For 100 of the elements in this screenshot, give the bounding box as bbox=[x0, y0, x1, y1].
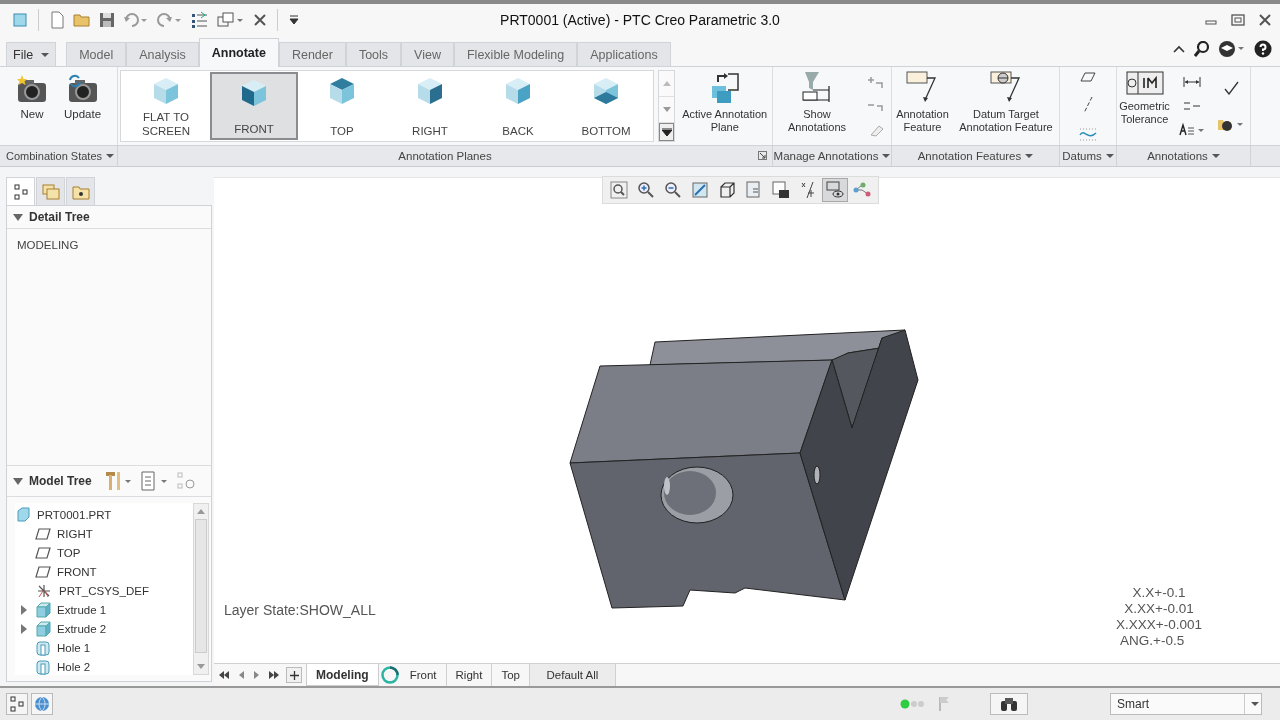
add-tab-button[interactable] bbox=[286, 667, 302, 683]
tolerance-note: ANG.+-0.5 bbox=[1120, 633, 1185, 649]
update-button[interactable]: Update bbox=[57, 70, 108, 142]
annotation-plane-button[interactable]: FLAT TO SCREEN bbox=[122, 72, 210, 140]
group-label[interactable]: Annotation Planes bbox=[118, 146, 773, 166]
browser-toggle-button[interactable] bbox=[31, 693, 53, 715]
selection-filter-dropdown[interactable]: Smart bbox=[1110, 693, 1262, 715]
tree-item[interactable]: RIGHT bbox=[15, 524, 93, 543]
tree-icon bbox=[10, 696, 24, 712]
tree-item[interactable]: Hole 1 bbox=[15, 638, 91, 657]
datum-curve-icon[interactable] bbox=[1079, 126, 1097, 141]
annotation-plane-button[interactable]: TOP bbox=[298, 72, 386, 140]
datum-target-button[interactable]: Datum Target Annotation Feature bbox=[954, 70, 1057, 142]
new-file-icon[interactable] bbox=[49, 11, 65, 29]
first-icon[interactable] bbox=[218, 670, 230, 680]
tree-icon bbox=[13, 183, 28, 200]
new-button[interactable]: New bbox=[9, 70, 54, 142]
more-button[interactable] bbox=[658, 123, 675, 141]
annotation-feature-icon bbox=[988, 70, 1023, 104]
ribbon-tab[interactable]: Model bbox=[66, 42, 127, 66]
expand-icon[interactable] bbox=[21, 623, 27, 634]
cube-icon bbox=[239, 78, 269, 108]
last-icon[interactable] bbox=[268, 670, 280, 680]
tree-item[interactable]: FRONT bbox=[15, 562, 97, 581]
collapse-ribbon-icon[interactable] bbox=[1172, 43, 1186, 55]
ordinate-dimension-icon[interactable] bbox=[1182, 99, 1201, 113]
panel-title: Model Tree bbox=[29, 474, 92, 488]
close-icon[interactable] bbox=[1258, 13, 1272, 27]
collapse-icon[interactable] bbox=[13, 477, 23, 485]
active-annotation-plane-button[interactable]: Active Annotation Plane bbox=[679, 70, 770, 142]
dimension-icon[interactable] bbox=[1182, 75, 1201, 89]
regenerate-icon[interactable] bbox=[191, 11, 209, 29]
tree-item[interactable]: Extrude 2 bbox=[15, 619, 107, 638]
ribbon-tab[interactable]: Applications bbox=[577, 42, 671, 66]
geometric-tolerance-button[interactable]: Geometric Tolerance bbox=[1118, 70, 1171, 142]
annotation-plane-button[interactable]: FRONT bbox=[210, 72, 298, 140]
group-label[interactable]: Datums bbox=[1060, 146, 1117, 166]
group-label[interactable]: Manage Annotations bbox=[773, 146, 892, 166]
status-lights-icon bbox=[900, 699, 926, 709]
tree-item[interactable]: PRT0001.PRT bbox=[15, 505, 112, 524]
file-menu[interactable]: File bbox=[6, 42, 57, 66]
zoom-fit-icon bbox=[610, 181, 628, 199]
layer-state-label: Layer State:SHOW_ALL bbox=[224, 602, 376, 618]
datum-display-icon bbox=[799, 181, 817, 199]
panel-title: Detail Tree bbox=[29, 210, 90, 224]
ribbon-tab[interactable]: Tools bbox=[345, 42, 402, 66]
saved-view-icon bbox=[745, 181, 763, 199]
redo-icon[interactable] bbox=[157, 12, 183, 28]
tree-item[interactable]: PRT_CSYS_DEF bbox=[15, 581, 149, 600]
windows-icon[interactable] bbox=[217, 11, 245, 29]
ribbon-tab[interactable]: Flexible Modeling bbox=[454, 42, 578, 66]
annotation-plane-button[interactable]: BOTTOM bbox=[562, 72, 650, 140]
datum-plane-icon bbox=[35, 563, 51, 580]
ribbon-tab[interactable]: Analysis bbox=[126, 42, 199, 66]
tree-item[interactable]: MODELING bbox=[17, 239, 79, 251]
undo-icon[interactable] bbox=[123, 12, 149, 28]
annotation-plane-button[interactable]: BACK bbox=[474, 72, 562, 140]
more-icon bbox=[661, 128, 672, 136]
dialog-launcher-icon[interactable] bbox=[758, 151, 767, 160]
maximize-icon[interactable] bbox=[1231, 13, 1245, 27]
arrow-down-icon bbox=[662, 107, 671, 112]
navigator-tab[interactable] bbox=[6, 177, 35, 205]
note-icon[interactable] bbox=[1178, 123, 1205, 137]
annotation-plane-button[interactable]: RIGHT bbox=[386, 72, 474, 140]
open-folder-icon[interactable] bbox=[73, 12, 91, 28]
annotation-feature-button[interactable]: Annotation Feature bbox=[894, 70, 951, 142]
group-label[interactable]: Annotations bbox=[1117, 146, 1251, 166]
tolerance-note: X.X+-0.1 bbox=[1132, 585, 1186, 601]
cube-icon bbox=[415, 76, 445, 106]
tree-item[interactable]: TOP bbox=[15, 543, 81, 562]
customize-icon[interactable] bbox=[288, 14, 300, 26]
tolerance-note: X.XX+-0.01 bbox=[1124, 601, 1194, 617]
search-icon[interactable] bbox=[1194, 41, 1210, 57]
tree-item[interactable]: Hole 2 bbox=[15, 657, 91, 676]
cube-icon bbox=[503, 76, 533, 106]
save-icon[interactable] bbox=[99, 12, 115, 28]
ribbon-tab[interactable]: Render bbox=[278, 42, 346, 66]
navigator-toggle-button[interactable] bbox=[6, 693, 28, 715]
group-label[interactable]: Combination States bbox=[0, 146, 118, 166]
ribbon-tab[interactable]: View bbox=[401, 42, 454, 66]
ribbon-tab[interactable]: Annotate bbox=[198, 38, 279, 67]
close-window-icon[interactable] bbox=[253, 13, 267, 27]
find-button[interactable] bbox=[990, 693, 1028, 715]
sheet-tab[interactable]: Default All bbox=[529, 664, 616, 686]
collapse-icon[interactable] bbox=[13, 213, 23, 221]
learning-icon[interactable] bbox=[1218, 40, 1246, 58]
datum-axis-icon[interactable] bbox=[1082, 96, 1094, 114]
datum-plane-icon[interactable] bbox=[1080, 71, 1096, 84]
busy-cursor-icon bbox=[379, 665, 400, 685]
show-annotations-button[interactable]: Show Annotations bbox=[775, 70, 859, 142]
zoom-in-icon bbox=[637, 181, 655, 199]
sheet-tab[interactable]: Modeling bbox=[306, 664, 379, 686]
tools-icon[interactable] bbox=[103, 471, 134, 491]
tree-item[interactable]: Extrude 1 bbox=[15, 600, 107, 619]
scrollbar[interactable] bbox=[193, 503, 209, 675]
hole-icon bbox=[35, 639, 51, 656]
help-icon[interactable] bbox=[1254, 40, 1272, 58]
group-label[interactable]: Annotation Features bbox=[892, 146, 1060, 166]
expand-icon[interactable] bbox=[21, 604, 27, 615]
annotation-display-icon bbox=[826, 181, 844, 199]
